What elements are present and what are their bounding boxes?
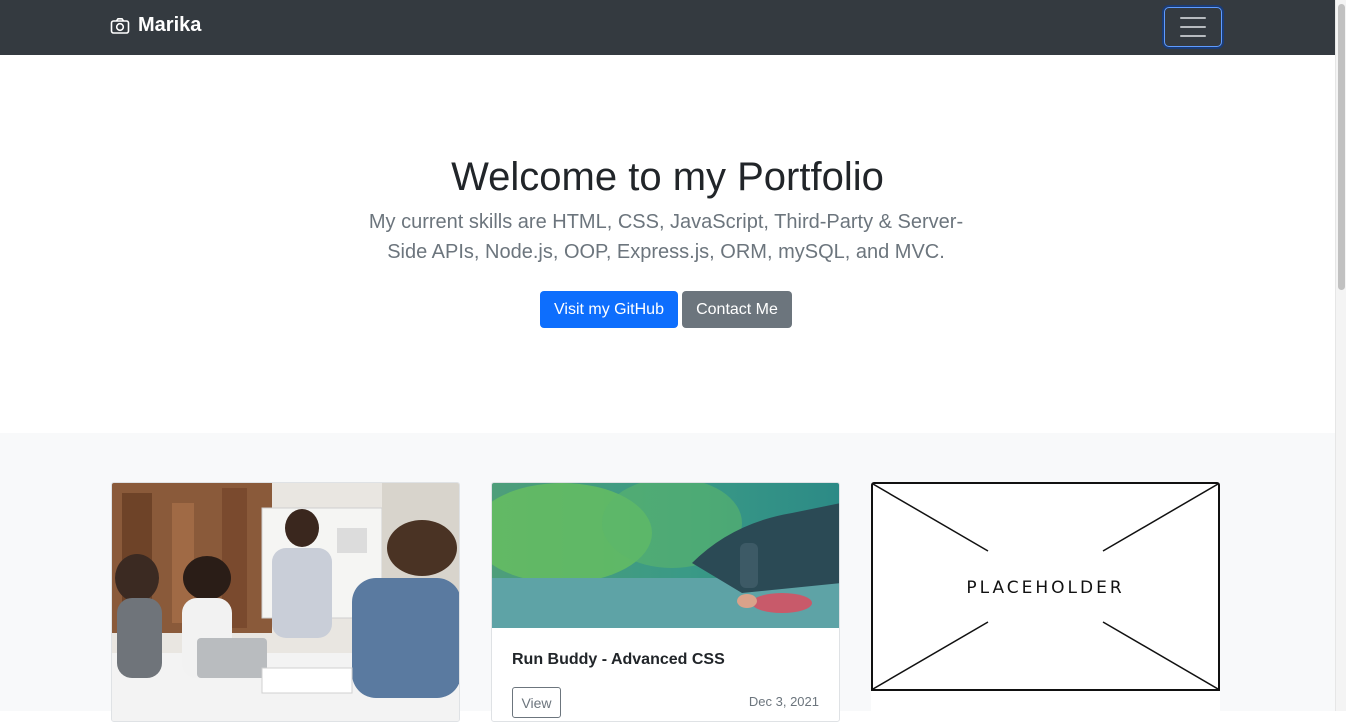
project-card (111, 482, 460, 722)
visit-github-button[interactable]: Visit my GitHub (540, 291, 678, 328)
placeholder-image: PLACEHOLDER (871, 482, 1220, 691)
team-meeting-photo (112, 483, 459, 721)
brand-link[interactable]: Marika (110, 14, 201, 37)
project-card: PLACEHOLDER (871, 482, 1220, 722)
project-card: Run Buddy - Advanced CSS View Dec 3, 202… (491, 482, 840, 722)
camera-icon (110, 16, 130, 36)
hero-lead: My current skills are HTML, CSS, JavaScr… (368, 211, 964, 263)
portfolio-cards-section: Run Buddy - Advanced CSS View Dec 3, 202… (0, 433, 1335, 722)
view-button[interactable]: View (512, 687, 561, 718)
hero-section: Welcome to my Portfolio My current skill… (0, 55, 1335, 433)
top-navbar: Marika (0, 0, 1335, 55)
scrollbar-thumb[interactable] (1338, 4, 1345, 290)
card-title: Run Buddy - Advanced CSS (512, 651, 725, 668)
placeholder-label: PLACEHOLDER (966, 578, 1125, 598)
page-scrollbar[interactable] (1335, 0, 1346, 711)
navbar-toggle-button[interactable] (1164, 7, 1222, 47)
contact-me-button[interactable]: Contact Me (682, 291, 792, 328)
card-date: Dec 3, 2021 (748, 694, 819, 709)
runner-tying-shoe-photo (492, 483, 839, 628)
hero-title: Welcome to my Portfolio (451, 155, 884, 199)
brand-name: Marika (138, 14, 202, 36)
hamburger-icon (1180, 17, 1206, 37)
